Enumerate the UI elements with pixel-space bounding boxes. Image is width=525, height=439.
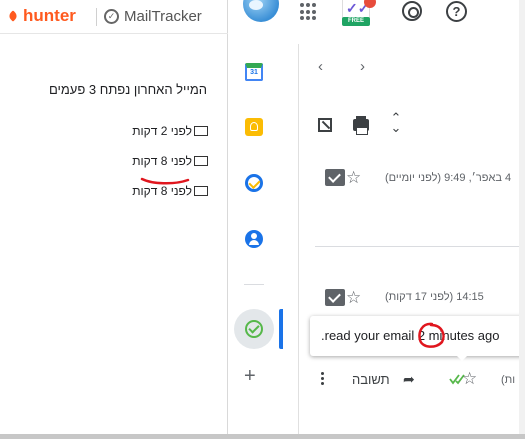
mailtracker-panel: hunter ✓ MailTracker המייל האחרון נפתח 3…: [0, 0, 228, 439]
more-options-icon[interactable]: [321, 372, 325, 388]
mailtracker-header: hunter ✓ MailTracker: [0, 0, 228, 34]
mailtracker-extension-button[interactable]: ✓✓ FREE: [340, 0, 376, 30]
tasks-icon[interactable]: [245, 174, 263, 192]
open-event-row: לפני 8 דקות: [132, 154, 208, 168]
tracked-check-icon[interactable]: [325, 169, 345, 186]
open-event-time: לפני 2 דקות: [132, 124, 192, 138]
monitor-icon: [194, 185, 208, 197]
expand-all-icon[interactable]: ⌃ ⌄: [390, 111, 402, 134]
reply-arrow-icon[interactable]: ➦: [403, 371, 415, 388]
keep-icon[interactable]: [245, 118, 263, 136]
open-event-time: לפני 8 דקות: [132, 154, 192, 168]
previous-email-button[interactable]: ‹: [318, 58, 323, 75]
star-icon[interactable]: ☆: [346, 169, 361, 186]
next-email-button[interactable]: ›: [360, 58, 365, 75]
reply-button-label[interactable]: תשובה: [352, 372, 390, 387]
red-underline-annotation: [140, 177, 190, 185]
apps-grid-icon[interactable]: [300, 3, 318, 21]
rail-divider: [244, 284, 264, 285]
free-badge-label: FREE: [342, 17, 370, 26]
partial-date-text: (ות: [501, 374, 516, 386]
open-in-new-window-icon[interactable]: [318, 118, 332, 132]
message-date: 14:15 (לפני 17 דקות): [385, 291, 484, 303]
bottom-edge: [0, 434, 525, 439]
check-circle-icon: ✓: [104, 9, 119, 24]
scrollbar[interactable]: [519, 0, 525, 439]
hunter-brand-text: hunter: [23, 6, 76, 25]
open-event-row: לפני 2 דקות: [132, 124, 208, 138]
active-indicator: [279, 309, 283, 349]
mailtracker-check-icon: [245, 320, 263, 338]
message-divider: [315, 246, 525, 247]
tooltip-arrow: [456, 355, 468, 361]
star-icon[interactable]: ☆: [346, 289, 361, 306]
help-icon[interactable]: ?: [446, 1, 467, 22]
tracked-check-icon[interactable]: [325, 289, 345, 306]
contacts-icon[interactable]: [245, 230, 263, 248]
hunter-flame-icon: [8, 11, 19, 22]
mailtracker-logo[interactable]: ✓ MailTracker: [104, 8, 202, 25]
tooltip-text: .read your email 2 minutes ago: [321, 328, 500, 343]
hunter-logo[interactable]: hunter: [8, 6, 76, 26]
screen: hunter ✓ MailTracker המייל האחרון נפתח 3…: [0, 0, 525, 439]
open-event-time: לפני 8 דקות: [132, 184, 192, 198]
mailtracker-brand-text: MailTracker: [124, 8, 202, 25]
add-addon-icon[interactable]: +: [244, 366, 256, 386]
star-icon[interactable]: ☆: [462, 370, 477, 387]
header-divider: [96, 8, 97, 26]
message-date: 4 באפר׳, 9:49 (לפני יומיים): [385, 172, 512, 184]
calendar-icon[interactable]: 31: [245, 63, 263, 81]
monitor-icon: [194, 125, 208, 137]
red-circle-annotation: [418, 322, 445, 348]
mailtracker-rail-button[interactable]: [234, 309, 274, 349]
settings-gear-icon[interactable]: [402, 1, 422, 21]
print-icon[interactable]: [353, 116, 369, 135]
monitor-icon: [194, 155, 208, 167]
open-event-row: לפני 8 דקות: [132, 184, 208, 198]
opens-summary-title: המייל האחרון נפתח 3 פעמים: [48, 82, 207, 97]
